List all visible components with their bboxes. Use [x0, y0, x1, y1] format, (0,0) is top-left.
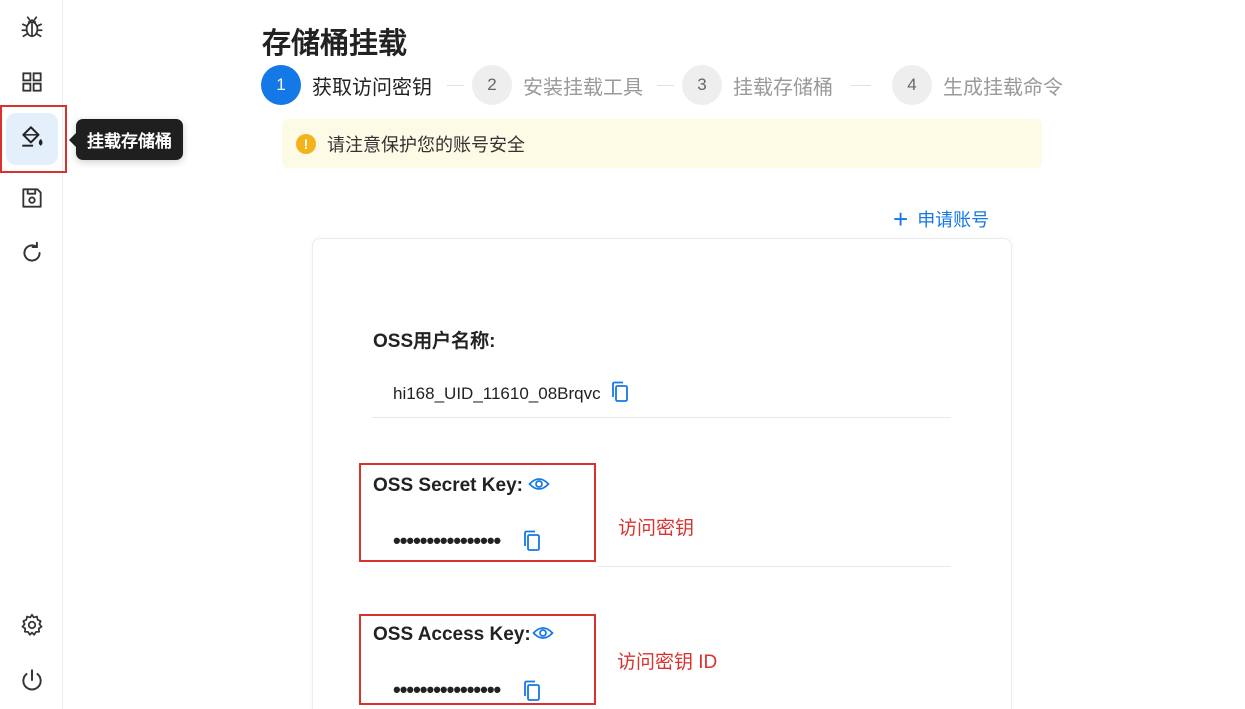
page-title: 存储桶挂载	[262, 28, 408, 60]
access-key-value: ••••••••••••••••	[393, 677, 501, 702]
step-connector	[657, 85, 674, 86]
sidebar-highlight-box	[0, 105, 67, 173]
power-icon	[19, 667, 45, 698]
apply-account-label: 申请账号	[917, 210, 990, 230]
access-key-annotation: 访问密钥 ID	[617, 652, 718, 673]
access-key-label: OSS Access Key:	[373, 624, 531, 645]
divider	[372, 417, 951, 418]
step-label: 获取访问密钥	[312, 76, 432, 99]
step-label: 安装挂载工具	[523, 76, 643, 99]
copy-secret-key-icon[interactable]	[523, 530, 541, 552]
step-4[interactable]: 4 生成挂载命令	[892, 65, 1063, 105]
step-3[interactable]: 3 挂载存储桶	[682, 65, 833, 105]
plus-icon: +	[893, 204, 909, 234]
eye-icon[interactable]	[528, 476, 550, 492]
sidebar-item-power[interactable]	[6, 656, 58, 708]
eye-icon[interactable]	[532, 625, 554, 641]
app-window: 挂载存储桶 存储桶挂载 1 获取访问密钥 2 安装挂载工具 3 挂载存储桶 4 …	[0, 0, 1245, 709]
secret-key-label: OSS Secret Key:	[373, 475, 523, 496]
sidebar-item-refresh[interactable]	[6, 229, 58, 281]
step-number: 1	[261, 65, 301, 105]
divider	[598, 566, 951, 567]
step-connector	[447, 85, 464, 86]
sidebar-item-dashboard[interactable]	[6, 58, 58, 110]
gear-icon	[19, 612, 45, 643]
step-number: 2	[472, 65, 512, 105]
step-number: 3	[682, 65, 722, 105]
bug-icon	[19, 14, 45, 45]
secret-key-value: ••••••••••••••••	[393, 528, 501, 553]
step-connector	[851, 85, 871, 86]
copy-username-icon[interactable]	[611, 381, 629, 403]
sidebar-item-storage[interactable]	[6, 174, 58, 226]
step-1[interactable]: 1 获取访问密钥	[261, 65, 432, 105]
secret-key-annotation: 访问密钥	[618, 518, 695, 539]
step-label: 挂载存储桶	[733, 76, 833, 99]
step-2[interactable]: 2 安装挂载工具	[472, 65, 643, 105]
alert-text: 请注意保护您的账号安全	[327, 134, 525, 155]
apply-account-link[interactable]: + 申请账号	[893, 206, 989, 232]
username-label: OSS用户名称:	[373, 331, 496, 352]
step-label: 生成挂载命令	[943, 76, 1063, 99]
sidebar-item-debug[interactable]	[6, 3, 58, 55]
copy-access-key-icon[interactable]	[523, 680, 541, 702]
warning-icon: !	[296, 133, 316, 154]
username-value: hi168_UID_11610_08Brqvc	[393, 384, 601, 403]
sidebar-item-settings[interactable]	[6, 601, 58, 653]
refresh-icon	[19, 240, 45, 271]
save-icon	[19, 185, 45, 216]
step-number: 4	[892, 65, 932, 105]
sidebar-tooltip: 挂载存储桶	[69, 119, 183, 160]
security-alert: ! 请注意保护您的账号安全	[282, 119, 1042, 168]
grid-icon	[19, 69, 45, 100]
